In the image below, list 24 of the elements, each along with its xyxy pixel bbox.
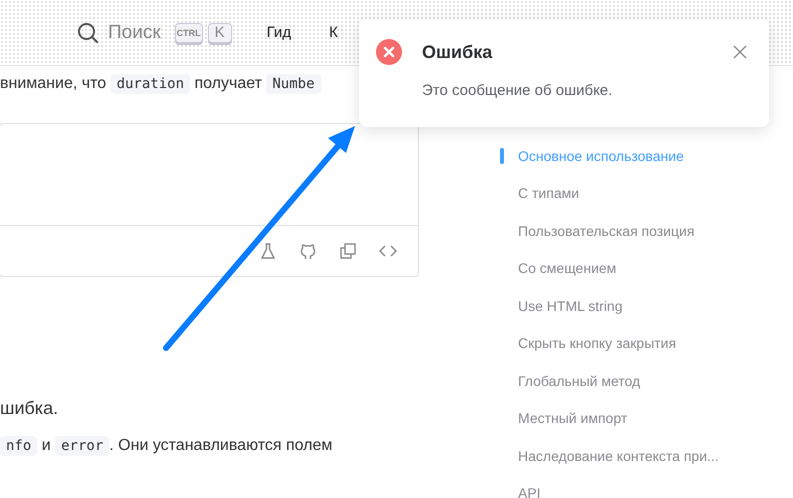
toc-link[interactable]: Пользовательская позиция [518,222,694,239]
nav-link[interactable]: Гид [266,24,292,41]
copy-icon[interactable] [338,241,358,261]
error-icon [376,39,402,65]
keyboard-key: K [208,22,232,42]
notification-title: Ошибка [422,42,494,62]
toc-link[interactable]: Основное использование [518,148,684,164]
search-icon [76,20,100,44]
toc-link[interactable]: С типами [518,185,580,202]
keyboard-key: CTRL [174,22,203,42]
notification-message: Это сообщение об ошибке. [422,82,614,99]
search-button[interactable]: Поиск [76,20,161,44]
close-icon[interactable] [733,45,747,59]
toc-link[interactable]: Наследование контекста при... [518,448,719,464]
flask-icon[interactable] [258,241,278,261]
toc-link[interactable]: Use HTML string [518,298,623,314]
paragraph: шибка. [0,397,60,420]
paragraph: nfo и error . Они устанавливаются полем [0,433,500,459]
toc-link[interactable]: Местный импорт [518,410,628,426]
nav-link[interactable]: К [329,24,338,41]
toc-link[interactable]: Со смещением [518,260,616,276]
toc-link[interactable]: Глобальный метод [518,372,640,389]
toc-link[interactable]: API [518,485,541,498]
toc-link[interactable]: Скрыть кнопку закрытия [518,335,676,352]
